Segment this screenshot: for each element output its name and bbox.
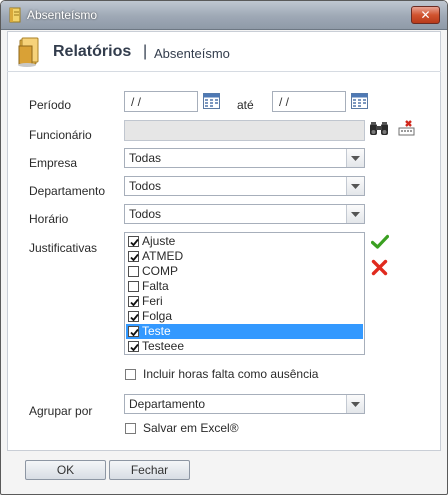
- fechar-button-label: Fechar: [130, 463, 169, 477]
- ok-button-label: OK: [56, 463, 75, 477]
- notebook-icon: [8, 7, 22, 23]
- list-item-label: ATMED: [142, 249, 184, 263]
- departamento-label: Departamento: [29, 184, 106, 198]
- incluir-horas-checkbox[interactable]: Incluir horas falta como ausência: [125, 367, 355, 383]
- page-subtitle: Absenteísmo: [154, 46, 230, 61]
- chevron-down-icon[interactable]: [346, 149, 364, 167]
- checkbox[interactable]: [128, 341, 139, 352]
- list-item[interactable]: Ajuste: [126, 234, 363, 249]
- salvar-excel-label: Salvar em Excel®: [143, 421, 239, 435]
- checkbox[interactable]: [125, 369, 136, 380]
- checkbox[interactable]: [125, 423, 136, 434]
- list-item[interactable]: Feri: [126, 294, 363, 309]
- justificativas-label: Justificativas: [29, 241, 98, 255]
- chevron-down-icon[interactable]: [346, 177, 364, 195]
- list-item[interactable]: Falta: [126, 279, 363, 294]
- red-x-icon[interactable]: [371, 259, 388, 279]
- incluir-horas-label: Incluir horas falta como ausência: [143, 367, 319, 381]
- page-header: Relatórios | Absenteísmo: [7, 37, 441, 69]
- checkbox[interactable]: [128, 236, 139, 247]
- title-separator: |: [143, 43, 148, 60]
- justificativas-list[interactable]: Ajuste ATMED COMP Falta Feri Folga Teste…: [124, 232, 365, 355]
- checkbox[interactable]: [128, 251, 139, 262]
- list-item-label: Teste: [142, 324, 171, 338]
- green-check-icon[interactable]: [370, 234, 390, 253]
- fechar-button[interactable]: Fechar: [109, 460, 190, 480]
- date-to-input[interactable]: / /: [272, 91, 346, 112]
- agrupar-select[interactable]: Departamento: [124, 394, 365, 414]
- header-divider: [7, 71, 441, 72]
- periodo-label: Período: [29, 98, 72, 112]
- binoculars-icon[interactable]: [369, 121, 389, 140]
- list-item-label: COMP: [142, 264, 178, 278]
- date-from-input[interactable]: / /: [124, 91, 198, 112]
- checkbox[interactable]: [128, 311, 139, 322]
- ok-button[interactable]: OK: [25, 460, 106, 480]
- funcionario-label: Funcionário: [29, 128, 92, 142]
- list-item[interactable]: Testeee: [126, 339, 363, 354]
- calendar-icon[interactable]: [351, 93, 368, 109]
- horario-select[interactable]: Todos: [124, 204, 365, 224]
- date-to-value: / /: [279, 95, 290, 109]
- folder-icon: [17, 37, 41, 67]
- checkbox[interactable]: [128, 266, 139, 277]
- list-item-selected[interactable]: Teste: [126, 324, 363, 339]
- agrupar-value: Departamento: [129, 397, 206, 411]
- list-item-label: Folga: [142, 309, 173, 323]
- agrupar-label: Agrupar por: [29, 404, 93, 418]
- clear-field-icon[interactable]: [398, 120, 415, 140]
- salvar-excel-checkbox[interactable]: Salvar em Excel®: [125, 421, 275, 437]
- title-bar[interactable]: Absenteísmo ✕: [1, 1, 447, 30]
- list-item[interactable]: ATMED: [126, 249, 363, 264]
- chevron-down-icon[interactable]: [346, 205, 364, 223]
- calendar-icon[interactable]: [203, 93, 220, 109]
- empresa-label: Empresa: [29, 156, 78, 170]
- funcionario-field[interactable]: [124, 120, 365, 141]
- empresa-select[interactable]: Todas: [124, 148, 365, 168]
- horario-value: Todos: [129, 207, 162, 221]
- list-item[interactable]: Folga: [126, 309, 363, 324]
- date-from-value: / /: [131, 95, 142, 109]
- list-item-label: Testeee: [142, 339, 185, 353]
- page-title: Relatórios: [53, 43, 132, 60]
- dialog-window: Absenteísmo ✕ Relatórios | Absenteísmo P…: [0, 0, 448, 495]
- list-item[interactable]: COMP: [126, 264, 363, 279]
- ate-label: até: [237, 98, 254, 112]
- checkbox[interactable]: [128, 326, 139, 337]
- list-item-label: Falta: [142, 279, 169, 293]
- chevron-down-icon[interactable]: [346, 395, 364, 413]
- departamento-value: Todos: [129, 179, 162, 193]
- checkbox[interactable]: [128, 281, 139, 292]
- departamento-select[interactable]: Todos: [124, 176, 365, 196]
- list-item-label: Ajuste: [142, 234, 176, 248]
- close-button[interactable]: ✕: [411, 6, 440, 24]
- empresa-value: Todas: [129, 151, 162, 165]
- window-title: Absenteísmo: [27, 8, 98, 22]
- horario-label: Horário: [29, 212, 69, 226]
- close-icon: ✕: [420, 8, 431, 22]
- list-item-label: Feri: [142, 294, 163, 308]
- checkbox[interactable]: [128, 296, 139, 307]
